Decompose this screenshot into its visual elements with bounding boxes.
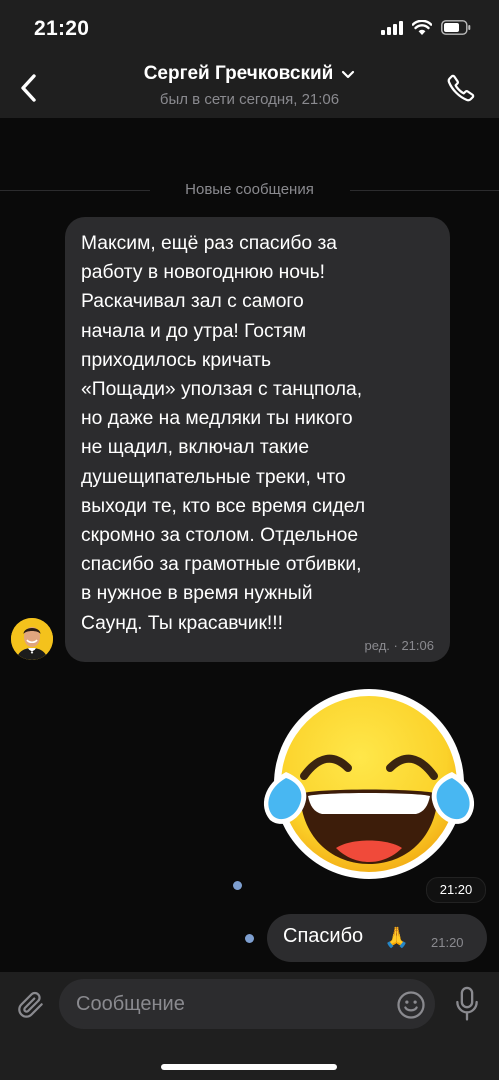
incoming-message-bubble[interactable]: Максим, ещё раз спасибо за работу в ново… <box>65 217 450 662</box>
outgoing-message-time: 21:20 <box>431 935 464 950</box>
smiley-icon <box>397 991 425 1019</box>
wifi-icon <box>412 20 432 35</box>
incoming-message-text: Максим, ещё раз спасибо за работу в ново… <box>81 233 366 634</box>
unread-dot <box>233 881 242 890</box>
divider-label: Новые сообщения <box>175 181 324 198</box>
incoming-message-meta: ред. · 21:06 <box>364 638 434 653</box>
call-button[interactable] <box>443 70 479 106</box>
sticker-time: 21:20 <box>426 877 486 903</box>
voice-message-button[interactable] <box>448 984 486 1024</box>
contact-name: Сергей Гречковский <box>143 63 334 84</box>
sticker-message[interactable] <box>256 688 482 880</box>
phone-icon <box>447 74 475 102</box>
attach-button[interactable] <box>12 986 50 1024</box>
signal-icon <box>381 20 403 35</box>
avatar[interactable] <box>11 618 53 660</box>
paperclip-icon <box>18 991 43 1018</box>
chevron-down-icon <box>342 70 355 78</box>
status-bar: 21:20 <box>0 0 499 58</box>
contact-title[interactable]: Сергей Гречковский <box>144 63 356 85</box>
contact-status: был в сети сегодня, 21:06 <box>159 91 340 108</box>
emoji-button[interactable] <box>393 987 429 1023</box>
unread-dot <box>245 934 254 943</box>
battery-icon <box>441 20 471 35</box>
microphone-icon <box>456 986 478 1021</box>
chat-header: Сергей Гречковский был в сети сегодня, 2… <box>0 58 499 118</box>
laughing-tears-emoji-sticker <box>263 689 475 879</box>
outgoing-message-text: Спасибо <box>283 925 364 947</box>
new-messages-divider: Новые сообщения <box>0 180 499 200</box>
status-icons <box>381 20 471 35</box>
contact-info[interactable]: Сергей Гречковский был в сети сегодня, 2… <box>0 63 499 108</box>
outgoing-message-bubble[interactable]: Спасибо 🙏 21:20 <box>267 914 487 962</box>
message-composer <box>0 972 499 1080</box>
pray-emoji: 🙏 <box>384 927 409 949</box>
home-indicator <box>161 1064 337 1070</box>
avatar-photo <box>11 618 53 660</box>
message-input[interactable] <box>59 979 435 1029</box>
status-time: 21:20 <box>34 17 90 40</box>
